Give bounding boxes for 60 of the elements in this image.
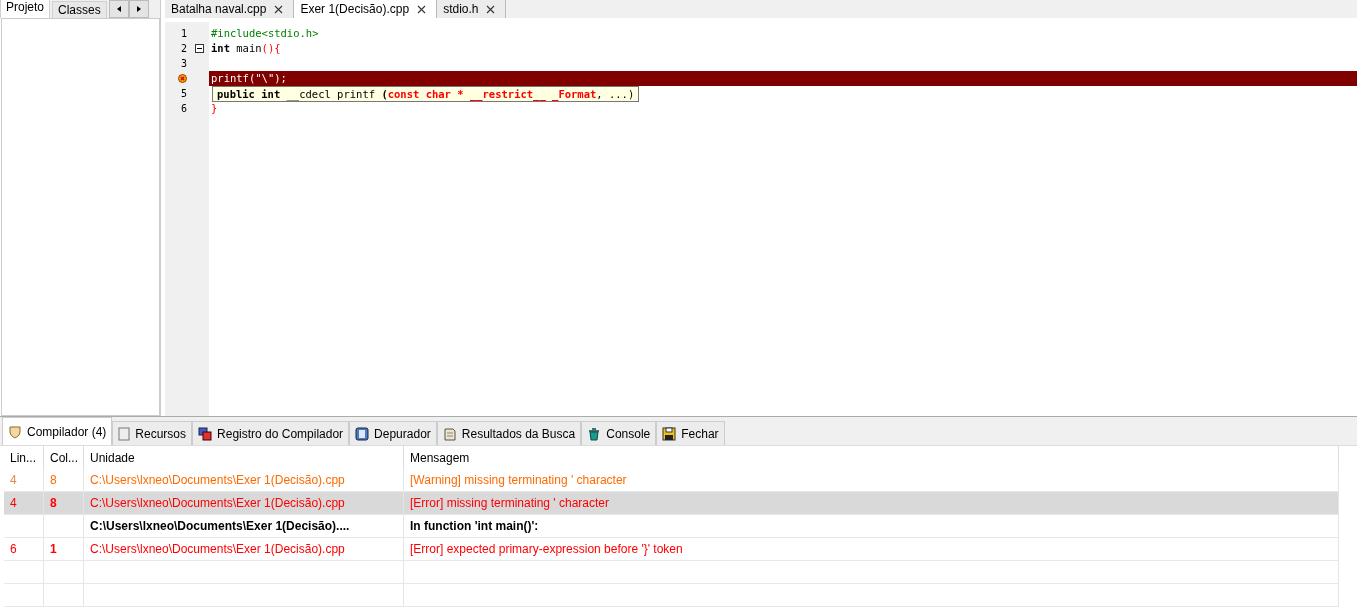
table-cell: C:\Users\lxneo\Documents\Exer 1(Decisão)....	[84, 515, 404, 538]
close-icon[interactable]	[417, 4, 427, 14]
table-cell: C:\Users\lxneo\Documents\Exer 1(Decisão).cpp	[84, 492, 404, 515]
code-line: #include<stdio.h>	[211, 27, 319, 39]
close-icon[interactable]	[274, 4, 284, 14]
table-cell: 1	[44, 538, 84, 561]
table-cell: [Warning] missing terminating ' character	[404, 469, 1339, 492]
table-cell: C:\Users\lxneo\Documents\Exer 1(Decisão).cpp	[84, 469, 404, 492]
panel-tab[interactable]: Classes	[52, 1, 107, 18]
output-tab[interactable]: Fechar	[656, 421, 725, 445]
table-cell: [Error] missing terminating ' character	[404, 492, 1339, 515]
empty-cell	[4, 584, 44, 607]
scroll-right-button[interactable]	[128, 0, 149, 18]
table-cell: In function 'int main()':	[404, 515, 1339, 538]
output-tab[interactable]: Registro do Compilador	[192, 421, 350, 445]
line-number: 3	[179, 58, 187, 69]
file-tab-label: Exer 1(Decisão).cpp	[300, 2, 410, 16]
arrow-left-icon	[116, 6, 121, 12]
code-line: printf("\");	[211, 72, 287, 84]
file-tab[interactable]: stdio.h	[437, 0, 507, 18]
file-tab[interactable]: Batalha naval.cpp	[165, 0, 295, 18]
output-tab[interactable]: Depurador	[349, 421, 437, 445]
empty-cell	[4, 561, 44, 584]
panel-tab[interactable]: Projeto	[0, 0, 51, 18]
arrow-right-icon	[136, 6, 141, 12]
bin-icon	[587, 426, 602, 441]
document-icon	[442, 426, 457, 441]
save-icon	[662, 426, 677, 441]
output-tab[interactable]: Resultados da Busca	[436, 421, 582, 445]
empty-cell	[44, 561, 84, 584]
file-tab-label: stdio.h	[443, 2, 479, 16]
shield-icon	[8, 424, 22, 439]
output-tab[interactable]: Compilador (4)	[2, 417, 113, 445]
windows-icon	[198, 426, 213, 441]
line-number: 6	[179, 103, 187, 114]
debug-icon	[355, 426, 370, 441]
table-cell: 8	[44, 492, 84, 515]
fold-icon[interactable]	[195, 44, 204, 53]
table-cell: 8	[44, 469, 84, 492]
line-number: 5	[179, 88, 187, 99]
line-number: 1	[179, 28, 187, 39]
code-line: int main(){	[211, 42, 281, 54]
close-icon[interactable]	[486, 4, 496, 14]
signature-tooltip: public int __cdecl printf (const char * __restrict__ _Format, ...)	[212, 86, 640, 102]
output-tab[interactable]: Console	[581, 421, 657, 445]
scroll-left-button[interactable]	[108, 0, 129, 18]
table-cell: C:\Users\lxneo\Documents\Exer 1(Decisão).cpp	[84, 538, 404, 561]
file-tab[interactable]: Exer 1(Decisão).cpp	[294, 0, 438, 18]
file-tab-label: Batalha naval.cpp	[171, 2, 267, 16]
table-cell: [Error] expected primary-expression before '}' token	[404, 538, 1339, 561]
empty-cell	[44, 584, 84, 607]
code-line: }	[211, 102, 218, 114]
table-cell: 4	[4, 469, 44, 492]
page-icon	[118, 426, 131, 441]
table-cell: 4	[4, 492, 44, 515]
table-cell	[44, 515, 84, 538]
output-tab[interactable]: Recursos	[112, 421, 193, 445]
code-editor[interactable]: 1 2 3 5 6 #include<stdio.h> int main(){ printf("\"); } public int __cdecl printf (const char * __restrict__ _Format, ...)	[165, 22, 1357, 416]
line-number: 2	[179, 43, 187, 54]
table-cell: 6	[4, 538, 44, 561]
